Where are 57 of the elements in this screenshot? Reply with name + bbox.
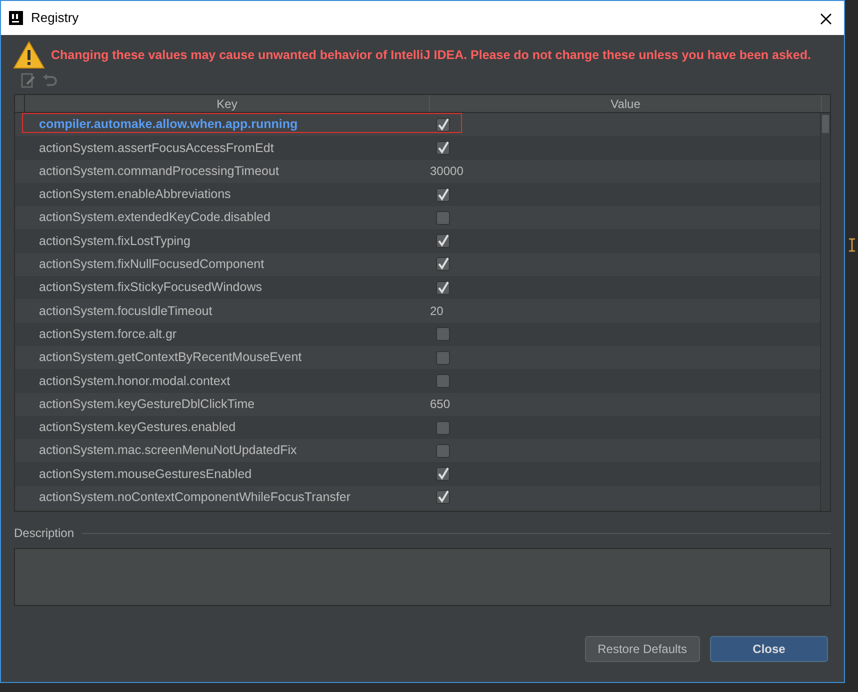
key-cell-text: actionSystem.fixNullFocusedComponent xyxy=(38,256,266,274)
table-row[interactable]: compiler.automake.allow.when.app.running xyxy=(15,113,820,136)
table-row[interactable]: actionSystem.extendedKeyCode.disabled xyxy=(15,206,820,230)
checkbox[interactable] xyxy=(436,280,450,295)
checkbox[interactable] xyxy=(436,234,450,248)
scrollbar[interactable] xyxy=(820,113,830,511)
table-row[interactable]: actionSystem.mac.screenMenuNotUpdatedFix xyxy=(15,439,820,462)
table-row[interactable]: actionSystem.fixNullFocusedComponent xyxy=(15,252,820,276)
section-label: Description xyxy=(14,525,74,542)
checkbox[interactable] xyxy=(436,257,450,272)
checkbox[interactable] xyxy=(436,467,450,482)
table-row[interactable]: actionSystem.keyGestureDblClickTime 650 xyxy=(15,392,820,416)
key-cell-text: actionSystem.mouseGesturesEnabled xyxy=(38,466,253,483)
checkbox[interactable] xyxy=(436,444,450,458)
value-cell-text: 20 xyxy=(429,303,444,320)
warning-icon xyxy=(13,41,45,69)
key-cell-text: actionSystem.fixLostTyping xyxy=(38,232,192,250)
key-cell-text: actionSystem.keyGestures.enabled xyxy=(38,419,237,436)
key-cell-text: actionSystem.keyGestureDblClickTime xyxy=(38,396,256,413)
key-cell-text: actionSystem.fixStickyFocusedWindows xyxy=(38,279,263,296)
key-cell-text: actionSystem.noContextComponentWhileFocusTransfer xyxy=(38,489,352,506)
text-cursor-icon xyxy=(849,238,855,252)
table-row[interactable]: actionSystem.getContextByRecentMouseEvent xyxy=(15,346,820,370)
table-row[interactable]: actionSystem.focusIdleTimeout 20 xyxy=(15,299,820,323)
checkbox[interactable] xyxy=(436,140,450,155)
undo-icon[interactable] xyxy=(42,73,57,88)
checkbox[interactable] xyxy=(436,490,450,504)
window-title: Registry xyxy=(31,9,80,28)
key-cell-text: actionSystem.extendedKeyCode.disabled xyxy=(38,209,272,226)
close-button[interactable]: Close xyxy=(710,636,828,662)
key-cell-text: actionSystem.assertFocusAccessFromEdt xyxy=(38,140,275,157)
checkbox[interactable] xyxy=(436,188,450,202)
edit-icon[interactable] xyxy=(21,73,36,88)
checkbox[interactable] xyxy=(436,327,450,342)
key-cell-text: actionSystem.mac.screenMenuNotUpdatedFix xyxy=(38,442,298,460)
checkbox[interactable] xyxy=(436,210,450,225)
key-cell-text: actionSystem.commandProcessingTimeout xyxy=(38,162,280,180)
scrollbar-thumb[interactable] xyxy=(822,115,829,133)
key-cell-text: actionSystem.honor.modal.context xyxy=(38,372,232,390)
checkbox[interactable] xyxy=(436,118,450,132)
key-cell-text: compiler.automake.allow.when.app.running xyxy=(38,116,299,134)
app-logo-icon xyxy=(9,11,23,25)
value-cell-text: 30000 xyxy=(429,163,464,180)
key-cell-text: actionSystem.focusIdleTimeout xyxy=(38,302,214,320)
table-row[interactable]: actionSystem.noContextComponentWhileFocusTransfer xyxy=(15,486,820,510)
table-row[interactable]: actionSystem.commandProcessingTimeout 30000 xyxy=(15,160,820,183)
warning-text: Changing these values may cause unwanted behavior of IntelliJ IDEA. Please do not change these unless you have been asked. xyxy=(51,46,811,64)
checkbox[interactable] xyxy=(436,350,450,365)
column-header[interactable]: Key xyxy=(25,95,430,112)
value-cell-text: 650 xyxy=(429,396,450,414)
restore-defaults-button[interactable]: Restore Defaults xyxy=(584,636,700,662)
key-cell-text: actionSystem.enableAbbreviations xyxy=(38,186,232,204)
key-cell-text: actionSystem.force.alt.gr xyxy=(38,326,178,343)
checkbox[interactable] xyxy=(436,374,450,388)
key-cell-text: actionSystem.getContextByRecentMouseEvent xyxy=(38,349,303,366)
checkbox[interactable] xyxy=(436,420,450,434)
column-header[interactable]: Value xyxy=(430,95,822,112)
